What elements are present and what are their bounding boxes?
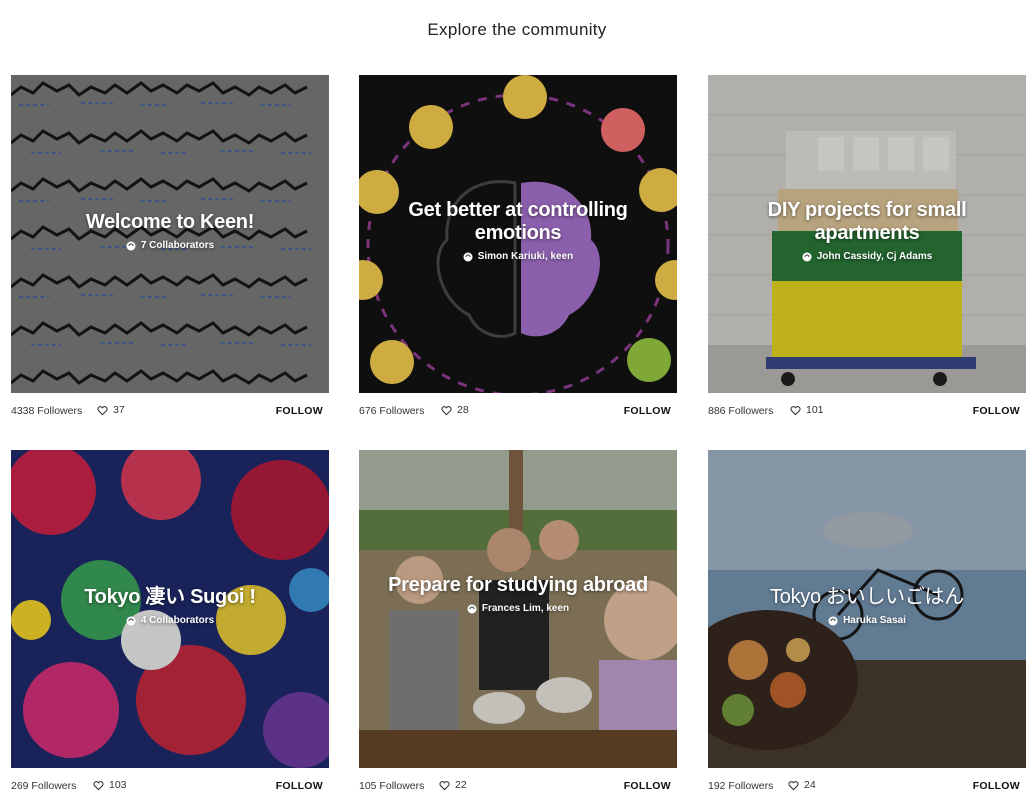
card-meta: 676 Followers 28 FOLLOW [359, 393, 677, 429]
card-subtitle: Haruka Sasai [843, 615, 906, 626]
card-title: Tokyo おいしいごはん [770, 586, 964, 608]
card-caption: Welcome to Keen! 7 Collaborators [31, 211, 309, 256]
likes[interactable]: 37 [97, 404, 125, 416]
card-meta: 886 Followers 101 FOLLOW [708, 393, 1026, 429]
card-image[interactable]: Tokyo 凄い Sugoi ! 4 Collaborators [11, 450, 329, 768]
card-meta: 4338 Followers 37 FOLLOW [11, 393, 329, 429]
likes-count: 101 [806, 404, 824, 416]
card-meta: 192 Followers 24 FOLLOW [708, 768, 1026, 804]
likes-count: 103 [109, 779, 127, 791]
card-caption: Tokyo おいしいごはん Haruka Sasai [728, 586, 1006, 631]
card-meta: 269 Followers 103 FOLLOW [11, 768, 329, 804]
likes[interactable]: 24 [788, 779, 816, 791]
card-controlling-emotions[interactable]: Get better at controlling emotions Simon… [359, 75, 677, 429]
followers-count: 192 Followers [708, 780, 774, 792]
collaborator-icon [126, 616, 136, 625]
card-title: Get better at controlling emotions [408, 199, 628, 244]
collaborator-icon [467, 604, 477, 613]
follow-button[interactable]: FOLLOW [624, 780, 671, 792]
card-title: DIY projects for small apartments [767, 199, 967, 244]
likes-count: 37 [113, 404, 125, 416]
collaborator-icon [828, 616, 838, 625]
likes[interactable]: 101 [790, 404, 824, 416]
likes[interactable]: 103 [93, 779, 127, 791]
follow-button[interactable]: FOLLOW [624, 405, 671, 417]
heart-icon [788, 780, 799, 790]
follow-button[interactable]: FOLLOW [276, 405, 323, 417]
followers-count: 4338 Followers [11, 405, 83, 417]
card-studying-abroad[interactable]: Prepare for studying abroad Frances Lim,… [359, 450, 677, 804]
collaborator-icon [802, 252, 812, 261]
card-subtitle: Frances Lim, keen [481, 603, 570, 614]
card-image[interactable]: Tokyo おいしいごはん Haruka Sasai [708, 450, 1026, 768]
card-subtitle: 4 Collaborators [140, 615, 215, 626]
heart-icon [93, 780, 104, 790]
heart-icon [790, 405, 801, 415]
likes-count: 22 [455, 779, 467, 791]
likes[interactable]: 22 [439, 779, 467, 791]
card-collaborators: Simon Kariuki, keen [463, 251, 574, 262]
card-title: Prepare for studying abroad [388, 574, 648, 596]
card-tokyo-oishii-gohan[interactable]: Tokyo おいしいごはん Haruka Sasai 192 Followers… [708, 450, 1026, 804]
followers-count: 105 Followers [359, 780, 425, 792]
card-caption: DIY projects for small apartments John C… [728, 199, 1006, 267]
card-welcome-to-keen[interactable]: Welcome to Keen! 7 Collaborators 4338 Fo… [11, 75, 329, 429]
likes[interactable]: 28 [441, 404, 469, 416]
card-subtitle: Simon Kariuki, keen [477, 251, 574, 262]
card-subtitle: 7 Collaborators [140, 240, 215, 251]
card-collaborators: Frances Lim, keen [467, 603, 569, 614]
heart-icon [439, 780, 450, 790]
heart-icon [441, 405, 452, 415]
card-caption: Tokyo 凄い Sugoi ! 4 Collaborators [31, 586, 309, 631]
card-tokyo-sugoi[interactable]: Tokyo 凄い Sugoi ! 4 Collaborators 269 Fol… [11, 450, 329, 804]
heart-icon [97, 405, 108, 415]
followers-count: 886 Followers [708, 405, 774, 417]
follow-button[interactable]: FOLLOW [973, 780, 1020, 792]
card-collaborators: 4 Collaborators [126, 615, 214, 626]
collaborator-icon [126, 241, 136, 250]
followers-count: 676 Followers [359, 405, 425, 417]
follow-button[interactable]: FOLLOW [276, 780, 323, 792]
card-title: Tokyo 凄い Sugoi ! [84, 586, 256, 608]
card-collaborators: 7 Collaborators [126, 240, 214, 251]
card-image[interactable]: Prepare for studying abroad Frances Lim,… [359, 450, 677, 768]
collaborator-icon [463, 252, 473, 261]
likes-count: 24 [804, 779, 816, 791]
card-subtitle: John Cassidy, Cj Adams [816, 251, 933, 262]
card-image[interactable]: Get better at controlling emotions Simon… [359, 75, 677, 393]
likes-count: 28 [457, 404, 469, 416]
card-collaborators: John Cassidy, Cj Adams [802, 251, 933, 262]
card-caption: Get better at controlling emotions Simon… [379, 199, 657, 267]
card-collaborators: Haruka Sasai [828, 615, 906, 626]
card-meta: 105 Followers 22 FOLLOW [359, 768, 677, 804]
card-diy-projects[interactable]: DIY projects for small apartments John C… [708, 75, 1026, 429]
page-title: Explore the community [427, 20, 607, 39]
follow-button[interactable]: FOLLOW [973, 405, 1020, 417]
card-image[interactable]: Welcome to Keen! 7 Collaborators [11, 75, 329, 393]
card-title: Welcome to Keen! [85, 211, 255, 233]
card-caption: Prepare for studying abroad Frances Lim,… [379, 574, 657, 619]
card-image[interactable]: DIY projects for small apartments John C… [708, 75, 1026, 393]
followers-count: 269 Followers [11, 780, 77, 792]
